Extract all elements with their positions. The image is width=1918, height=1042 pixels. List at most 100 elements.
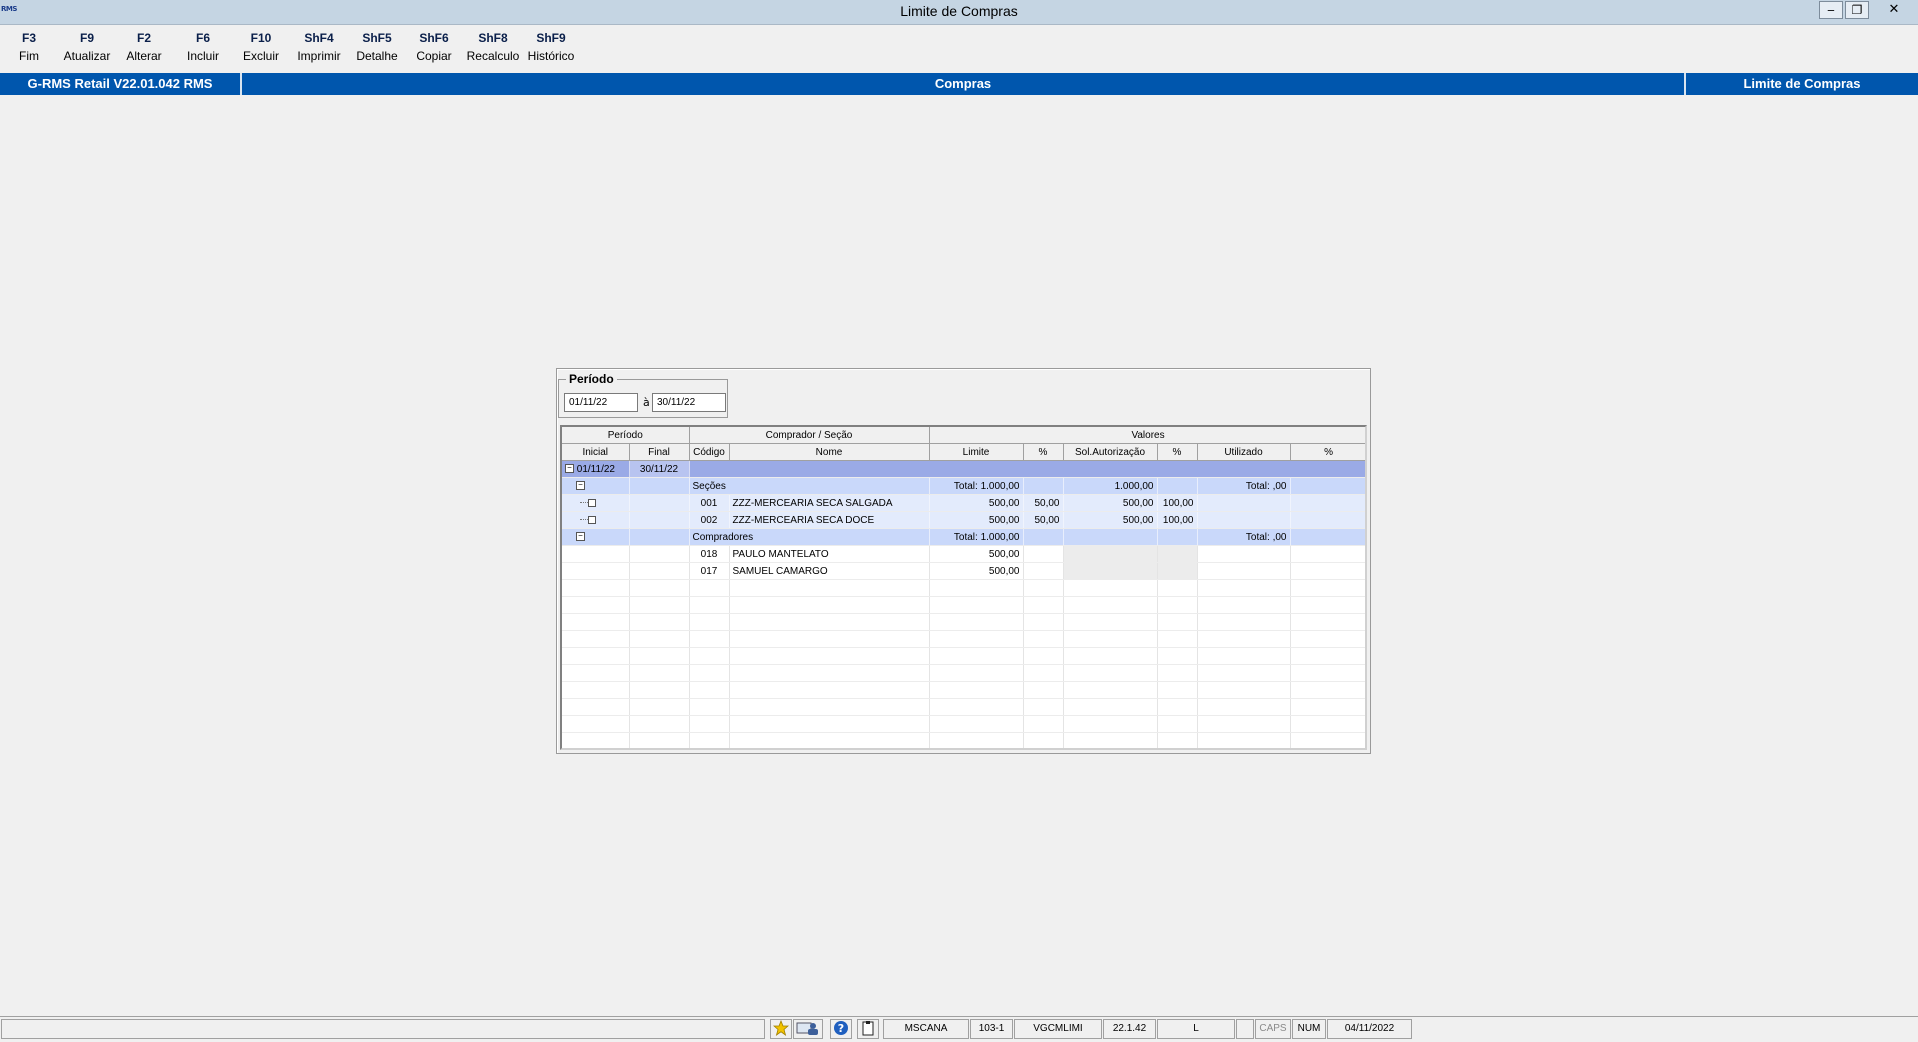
button-label: Alterar bbox=[126, 49, 162, 63]
col-pct-utilizado[interactable]: % bbox=[1290, 443, 1365, 461]
status-bar: ? MSCANA 103-1 VGCMLIMI 22.1.42 L CAPS N… bbox=[0, 1016, 1918, 1041]
user-button[interactable] bbox=[793, 1019, 823, 1039]
button-label: Copiar bbox=[416, 49, 452, 63]
imprimir-button[interactable]: ShF4 Imprimir bbox=[292, 30, 346, 70]
collapse-icon[interactable]: − bbox=[565, 464, 574, 474]
button-label: Imprimir bbox=[297, 49, 341, 63]
restore-button[interactable]: ❐ bbox=[1845, 1, 1869, 19]
empty-row[interactable] bbox=[562, 647, 1365, 665]
fim-button[interactable]: F3 Fim bbox=[12, 30, 46, 70]
col-inicial[interactable]: Inicial bbox=[562, 443, 630, 461]
col-pct-limite[interactable]: % bbox=[1023, 443, 1064, 461]
comprador-codigo: 017 bbox=[689, 562, 730, 580]
secao-sol: 500,00 bbox=[1063, 494, 1158, 512]
empty-row[interactable] bbox=[562, 698, 1365, 716]
shortcut-key: ShF9 bbox=[536, 31, 566, 45]
status-user: MSCANA bbox=[883, 1019, 969, 1039]
col-limite[interactable]: Limite bbox=[929, 443, 1024, 461]
secao-pct-sol: 100,00 bbox=[1157, 494, 1198, 512]
periodo-end-input[interactable] bbox=[652, 393, 726, 412]
user-icon bbox=[796, 1022, 818, 1035]
empty-row[interactable] bbox=[562, 579, 1365, 597]
status-mode: L bbox=[1157, 1019, 1235, 1039]
col-nome[interactable]: Nome bbox=[729, 443, 930, 461]
shortcut-key: F6 bbox=[195, 31, 210, 45]
table-row[interactable]: 001 ZZZ-MERCEARIA SECA SALGADA 500,00 50… bbox=[562, 494, 1365, 512]
secao-codigo: 001 bbox=[689, 494, 730, 512]
button-label: Incluir bbox=[186, 49, 219, 63]
secoes-group-row[interactable]: − Seções Total: 1.000,00 1.000,00 Total:… bbox=[562, 477, 1365, 495]
copiar-button[interactable]: ShF6 Copiar bbox=[411, 30, 457, 70]
clipboard-button[interactable] bbox=[857, 1019, 879, 1039]
col-final[interactable]: Final bbox=[629, 443, 690, 461]
close-button[interactable]: ✕ bbox=[1882, 1, 1906, 19]
historico-button[interactable]: ShF9 Histórico bbox=[525, 30, 577, 70]
button-label: Detalhe bbox=[356, 49, 398, 63]
col-sol-autorizacao[interactable]: Sol.Autorização bbox=[1063, 443, 1158, 461]
col-utilizado[interactable]: Utilizado bbox=[1197, 443, 1291, 461]
shortcut-key: F2 bbox=[136, 31, 151, 45]
secoes-sol-total: 1.000,00 bbox=[1063, 477, 1158, 495]
empty-row[interactable] bbox=[562, 715, 1365, 733]
period-inicial-cell: − 01/11/22 bbox=[562, 460, 630, 478]
detalhe-button[interactable]: ShF5 Detalhe bbox=[354, 30, 400, 70]
collapse-icon[interactable]: − bbox=[576, 481, 585, 491]
secao-pct-sol: 100,00 bbox=[1157, 511, 1198, 529]
group-header-valores: Valores bbox=[929, 427, 1365, 444]
recalculo-button[interactable]: ShF8 Recalculo bbox=[465, 30, 521, 70]
limits-grid[interactable]: Período Comprador / Seção Valores Inicia… bbox=[560, 425, 1367, 750]
compradores-group-row[interactable]: − Compradores Total: 1.000,00 Total: ,00 bbox=[562, 528, 1365, 546]
secoes-limite-total: Total: 1.000,00 bbox=[929, 477, 1024, 495]
comprador-limite: 500,00 bbox=[929, 545, 1024, 563]
excluir-button[interactable]: F10 Excluir bbox=[238, 30, 284, 70]
function-key-toolbar: F3 Fim F9 Atualizar F2 Alterar F6 Inclui… bbox=[0, 25, 600, 71]
row-checkbox[interactable] bbox=[588, 498, 596, 507]
col-pct-sol[interactable]: % bbox=[1157, 443, 1198, 461]
secao-limite: 500,00 bbox=[929, 511, 1024, 529]
period-row[interactable]: − 01/11/22 30/11/22 bbox=[562, 460, 1365, 478]
module-name: Compras bbox=[934, 76, 992, 91]
favorites-button[interactable] bbox=[770, 1019, 792, 1039]
group-header-periodo: Período bbox=[562, 427, 690, 444]
secao-codigo: 002 bbox=[689, 511, 730, 529]
comprador-nome: PAULO MANTELATO bbox=[729, 545, 930, 563]
secoes-utilizado-total: Total: ,00 bbox=[1197, 477, 1291, 495]
alterar-button[interactable]: F2 Alterar bbox=[122, 30, 166, 70]
incluir-button[interactable]: F6 Incluir bbox=[180, 30, 226, 70]
period-inicial: 01/11/22 bbox=[576, 463, 615, 475]
help-button[interactable]: ? bbox=[830, 1019, 852, 1039]
shortcut-key: ShF5 bbox=[362, 31, 392, 45]
button-label: Recalculo bbox=[466, 49, 520, 63]
table-row[interactable]: 002 ZZZ-MERCEARIA SECA DOCE 500,00 50,00… bbox=[562, 511, 1365, 529]
status-program: VGCMLIMI bbox=[1014, 1019, 1102, 1039]
col-codigo[interactable]: Código bbox=[689, 443, 730, 461]
empty-row[interactable] bbox=[562, 664, 1365, 682]
table-row[interactable]: 017 SAMUEL CAMARGO 500,00 bbox=[562, 562, 1365, 580]
status-date: 04/11/2022 bbox=[1327, 1019, 1412, 1039]
button-label: Fim bbox=[19, 49, 39, 63]
empty-row[interactable] bbox=[562, 630, 1365, 648]
collapse-icon[interactable]: − bbox=[576, 532, 585, 542]
minimize-button[interactable]: ‒ bbox=[1819, 1, 1843, 19]
empty-row[interactable] bbox=[562, 732, 1365, 748]
compradores-limite-total: Total: 1.000,00 bbox=[929, 528, 1024, 546]
status-caps: CAPS bbox=[1255, 1019, 1291, 1039]
secao-nome: ZZZ-MERCEARIA SECA DOCE bbox=[729, 511, 930, 529]
status-num: NUM bbox=[1292, 1019, 1326, 1039]
periodo-start-input[interactable] bbox=[564, 393, 638, 412]
table-row[interactable]: 018 PAULO MANTELATO 500,00 bbox=[562, 545, 1365, 563]
tree-connector bbox=[580, 502, 588, 504]
secao-limite: 500,00 bbox=[929, 494, 1024, 512]
empty-row[interactable] bbox=[562, 681, 1365, 699]
title-bar: RMS Limite de Compras ‒ ❐ ✕ bbox=[0, 0, 1918, 25]
close-icon: ✕ bbox=[1888, 2, 1900, 17]
empty-row[interactable] bbox=[562, 596, 1365, 614]
empty-row[interactable] bbox=[562, 613, 1365, 631]
atualizar-button[interactable]: F9 Atualizar bbox=[60, 30, 114, 70]
system-version: G-RMS Retail V22.01.042 RMS bbox=[27, 76, 213, 91]
row-checkbox[interactable] bbox=[588, 515, 596, 524]
star-icon bbox=[772, 1019, 790, 1036]
window-title: Limite de Compras bbox=[900, 3, 1018, 19]
periodo-separator: à bbox=[643, 396, 650, 409]
minimize-icon: ‒ bbox=[1827, 3, 1835, 17]
